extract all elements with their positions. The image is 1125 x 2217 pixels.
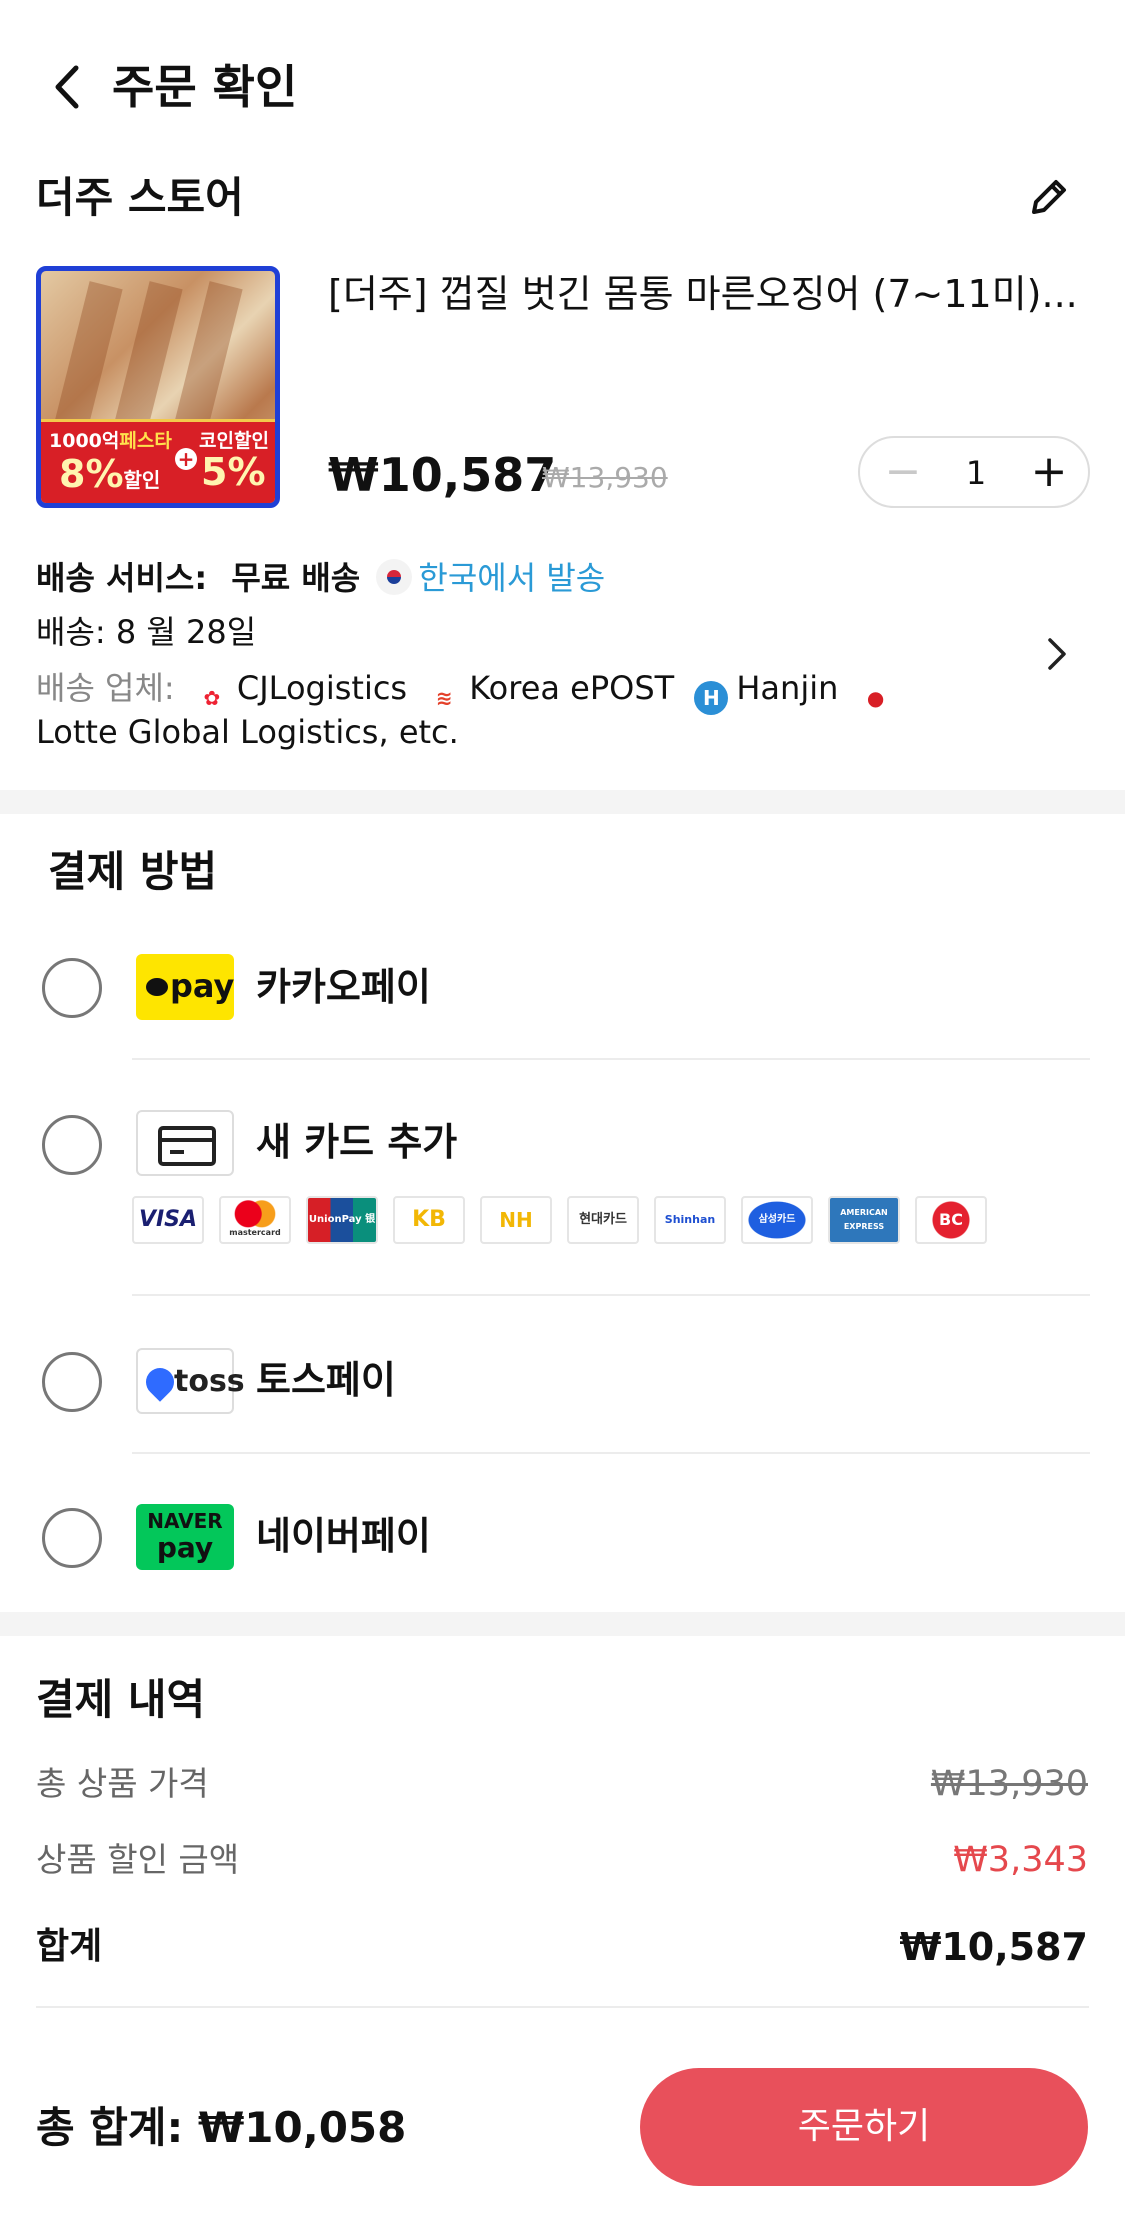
decrease-button[interactable]: − xyxy=(878,448,928,498)
summary-section-title: 결제 내역 xyxy=(36,1675,206,1724)
payment-label-tosspay[interactable]: 토스페이 xyxy=(256,1352,396,1408)
product-title: [더주] 껍질 벗긴 몸통 마른오징어 (7~11미)... xyxy=(328,272,1078,316)
quantity-value: 1 xyxy=(965,454,987,492)
separator xyxy=(132,1452,1090,1454)
payment-section-title: 결제 방법 xyxy=(48,847,218,896)
mastercard-icon: mastercard xyxy=(219,1196,291,1244)
samsung-card-icon: 삼성카드 xyxy=(741,1196,813,1244)
amex-icon: AMERICAN EXPRESS xyxy=(828,1196,900,1244)
promo-banner: 1000억페스타 8%할인 + 코인할인 5% xyxy=(41,419,275,503)
hyundai-card-icon: 현대카드 xyxy=(567,1196,639,1244)
naverpay-icon: NAVER pay xyxy=(136,1504,234,1570)
toss-icon: toss xyxy=(136,1348,245,1414)
subtotal-value: ₩10,587 xyxy=(899,1925,1088,1969)
kb-icon: KB xyxy=(393,1196,465,1244)
payment-label-naverpay[interactable]: 네이버페이 xyxy=(256,1508,431,1564)
total-product-price-label: 총 상품 가격 xyxy=(36,1764,209,1803)
section-divider xyxy=(0,790,1125,814)
quantity-stepper: − 1 + xyxy=(858,436,1090,508)
separator xyxy=(132,1294,1090,1296)
bc-card-icon: BC xyxy=(915,1196,987,1244)
card-icon xyxy=(136,1110,234,1176)
grand-total: 총 합계: ₩10,058 xyxy=(36,2103,407,2152)
visa-icon: VISA xyxy=(132,1196,204,1244)
chevron-right-icon[interactable] xyxy=(1042,634,1072,674)
section-divider xyxy=(0,1612,1125,1636)
shipping-service: 배송 서비스: 무료 배송 한국에서 발송 xyxy=(36,559,606,597)
page-title: 주문 확인 xyxy=(112,60,298,114)
radio-naverpay[interactable] xyxy=(42,1508,102,1568)
lotte-icon: ● xyxy=(858,681,893,715)
delivery-date: 배송: 8 월 28일 xyxy=(36,613,257,651)
separator xyxy=(132,1058,1090,1060)
radio-new-card[interactable] xyxy=(42,1115,102,1175)
place-order-button[interactable]: 주문하기 xyxy=(640,2068,1088,2186)
nh-icon: NH xyxy=(480,1196,552,1244)
payment-label-new-card[interactable]: 새 카드 추가 xyxy=(256,1114,457,1170)
edit-icon[interactable] xyxy=(1026,176,1070,220)
radio-tosspay[interactable] xyxy=(42,1352,102,1412)
store-name: 더주 스토어 xyxy=(36,173,244,222)
hanjin-icon: H xyxy=(694,681,729,715)
radio-kakaopay[interactable] xyxy=(42,958,102,1018)
kakaopay-icon: pay xyxy=(136,954,234,1020)
payment-label-kakaopay[interactable]: 카카오페이 xyxy=(256,959,431,1015)
carriers-more: Lotte Global Logistics, etc. xyxy=(36,713,459,751)
discount-value: ₩3,343 xyxy=(953,1840,1088,1880)
product-price: ₩10,587 xyxy=(328,448,557,502)
unionpay-icon: UnionPay 银联 xyxy=(306,1196,378,1244)
korea-flag-icon xyxy=(376,559,413,595)
subtotal-label: 합계 xyxy=(36,1926,103,1967)
discount-label: 상품 할인 금액 xyxy=(36,1840,240,1879)
separator xyxy=(36,2006,1089,2008)
original-price: ₩13,930 xyxy=(542,461,668,494)
total-product-price-value: ₩13,930 xyxy=(930,1764,1088,1804)
increase-button[interactable]: + xyxy=(1024,448,1074,498)
shinhan-icon: Shinhan xyxy=(654,1196,726,1244)
product-thumbnail[interactable]: 1000억페스타 8%할인 + 코인할인 5% xyxy=(36,266,280,508)
back-icon[interactable] xyxy=(48,62,88,112)
